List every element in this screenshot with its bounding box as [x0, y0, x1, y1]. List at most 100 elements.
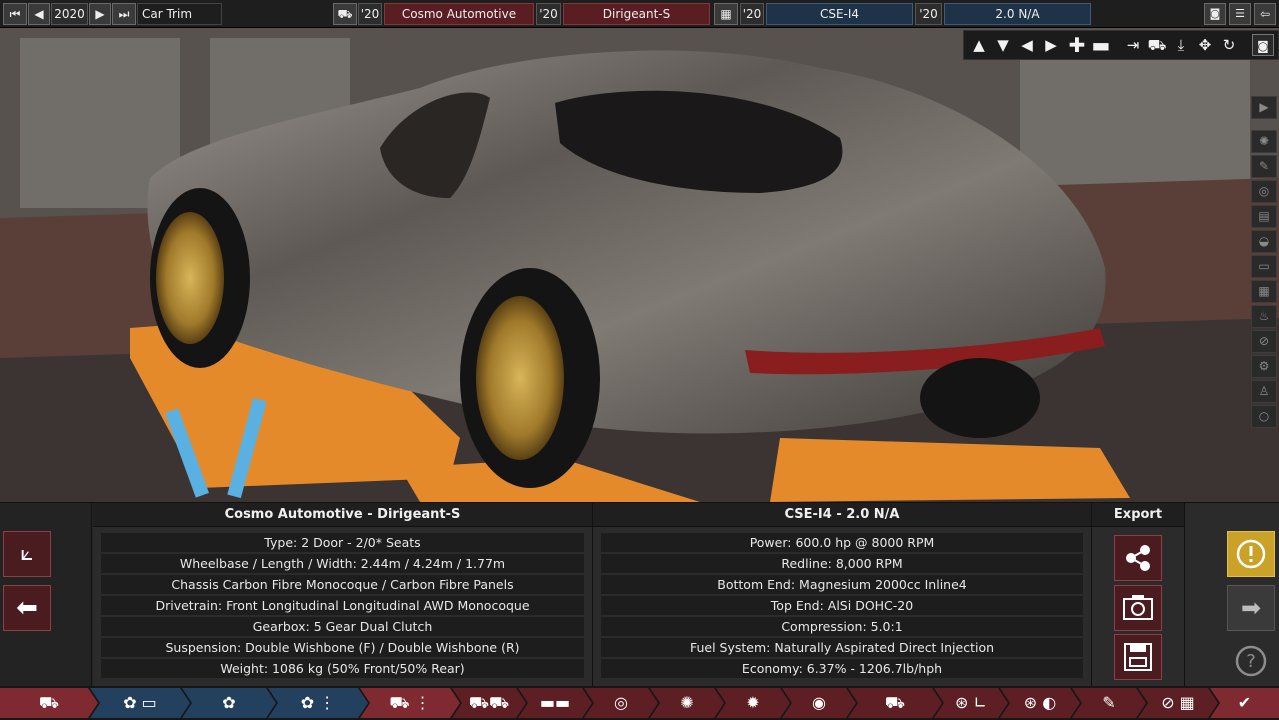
garage-scene	[0, 28, 1279, 502]
badge-icon[interactable]: ▦	[1251, 280, 1277, 303]
car-info-row: Suspension: Double Wishbone (F) / Double…	[101, 638, 584, 657]
align-icon[interactable]: ⇥	[1122, 34, 1144, 56]
car-info-row: Chassis Carbon Fibre Monocoque / Carbon …	[101, 575, 584, 594]
tab-finish[interactable]: ✔	[1210, 688, 1279, 718]
share-button[interactable]	[1114, 535, 1162, 581]
tab-paint[interactable]: ✎	[1072, 688, 1146, 718]
left-action-column: ⟀ ⬅	[0, 503, 92, 687]
year-last-button[interactable]: ⏭	[112, 3, 136, 25]
camera-right-icon[interactable]: ▶	[1040, 34, 1062, 56]
warning-icon	[1236, 539, 1266, 569]
mirror-icon[interactable]: ◒	[1251, 230, 1277, 253]
help-icon[interactable]: ?	[1227, 639, 1275, 685]
year-prev-button[interactable]: ◀	[28, 3, 50, 25]
engine-year: '20	[740, 3, 764, 25]
engine-icon[interactable]: ▦	[714, 3, 738, 25]
car-viewport[interactable]	[0, 28, 1279, 502]
camera-toolbar: ▲ ▼ ◀ ▶ ✚ ▬ ⇥ ⛟ ⤓ ✥ ↻ ◙	[963, 30, 1279, 60]
tab-engine-family[interactable]: ✿ ▭	[90, 688, 190, 718]
engine-info-row: Top End: AlSi DOHC-20	[601, 596, 1083, 615]
person-icon[interactable]: ♙	[1251, 380, 1277, 403]
tab-body[interactable]: ⛟⛟	[452, 688, 526, 718]
year-caption: Car Trim year	[137, 3, 222, 41]
year-first-button[interactable]: ⏮	[3, 3, 27, 25]
zoom-out-icon[interactable]: ▬	[1090, 34, 1112, 56]
engine-info-header: CSE-I4 - 2.0 N/A	[593, 503, 1091, 527]
menu-icon[interactable]: ☰	[1229, 3, 1251, 25]
tab-interior[interactable]: ⊛ ∟	[934, 688, 1008, 718]
variant-year: '20	[915, 3, 942, 25]
trim-year: '20	[536, 3, 561, 25]
manufacturer-selector[interactable]: Cosmo Automotive	[384, 3, 534, 25]
engine-info-row: Compression: 5.0:1	[601, 617, 1083, 636]
graph-icon[interactable]: ⟀	[3, 531, 51, 577]
export-panel: Export	[1092, 503, 1185, 687]
right-icon-column: ▶ ✺ ✎ ◎ ▤ ◒ ▭ ▦ ♨ ⊘ ⚙ ♙ ○	[1251, 96, 1277, 428]
expand-panel-icon[interactable]: ▶	[1251, 96, 1277, 119]
car-info-row: Drivetrain: Front Longitudinal Longitudi…	[101, 596, 584, 615]
svg-text:?: ?	[1246, 651, 1256, 672]
tab-gearbox[interactable]: ✺	[650, 688, 724, 718]
engine-info-row: Bottom End: Magnesium 2000cc Inline4	[601, 575, 1083, 594]
engine-info-row: Fuel System: Naturally Aspirated Direct …	[601, 638, 1083, 657]
car-info-row: Type: 2 Door - 2/0* Seats	[101, 533, 584, 552]
tab-trim-model[interactable]: ⛟ ⋮	[360, 688, 460, 718]
camera-icon[interactable]: ◙	[1252, 34, 1274, 56]
tab-car-overview[interactable]: ⛟	[0, 688, 98, 718]
car-info-panel: Cosmo Automotive - Dirigeant-S Type: 2 D…	[93, 503, 593, 687]
engine-info-row: Economy: 6.37% - 1206.7lb/hph	[601, 659, 1083, 678]
camera-down-icon[interactable]: ▼	[992, 34, 1014, 56]
car-model-icon[interactable]: ⛟	[333, 3, 357, 25]
car-info-header: Cosmo Automotive - Dirigeant-S	[93, 503, 592, 527]
save-button[interactable]	[1114, 634, 1162, 680]
car-view-icon[interactable]: ⛟	[1146, 34, 1168, 56]
lights-icon[interactable]: ◎	[1251, 180, 1277, 203]
reset-rotation-icon[interactable]: ↻	[1218, 34, 1240, 56]
gear-icon[interactable]: ⚙	[1251, 355, 1277, 378]
next-button[interactable]: ➡	[1227, 585, 1275, 631]
photo-button[interactable]	[1114, 585, 1162, 631]
grille-icon[interactable]: ▤	[1251, 205, 1277, 228]
info-panel: ⟀ ⬅ Cosmo Automotive - Dirigeant-S Type:…	[0, 502, 1279, 687]
tab-wheels[interactable]: ✹	[716, 688, 790, 718]
exhaust-icon[interactable]: ♨	[1251, 305, 1277, 328]
side-action-column: ➡ ?	[1185, 503, 1279, 687]
floppy-disk-icon	[1124, 643, 1152, 671]
year-next-button[interactable]: ▶	[89, 3, 111, 25]
tab-lights[interactable]: ◎	[584, 688, 658, 718]
model-year: '20	[358, 3, 382, 25]
wheel-icon[interactable]: ✺	[1251, 130, 1277, 153]
engine-info-row: Power: 600.0 hp @ 8000 RPM	[601, 533, 1083, 552]
circle-icon[interactable]: ○	[1251, 405, 1277, 428]
tab-aero[interactable]: ⛟	[848, 688, 942, 718]
engine-info-row: Redline: 8,000 RPM	[601, 554, 1083, 573]
share-icon	[1126, 545, 1150, 571]
ground-icon[interactable]: ⤓	[1170, 34, 1192, 56]
camera-left-icon[interactable]: ◀	[1016, 34, 1038, 56]
engine-variant-selector[interactable]: 2.0 N/A	[944, 3, 1091, 25]
tab-testing[interactable]: ⊘ ▦	[1138, 688, 1218, 718]
back-arrow-icon[interactable]: ⇦	[1254, 3, 1276, 25]
car-info-row: Gearbox: 5 Gear Dual Clutch	[101, 617, 584, 636]
screenshot-icon[interactable]: ◙	[1204, 3, 1226, 25]
zoom-in-icon[interactable]: ✚	[1066, 34, 1088, 56]
design-tab-bar: ⛟ ✿ ▭ ✿ ✿ ⋮ ⛟ ⋮ ⛟⛟ ▬▬ ◎ ✺ ✹ ◉ ⛟ ⊛ ∟ ⊛ ◐ …	[0, 686, 1279, 720]
engine-info-panel: CSE-I4 - 2.0 N/A Power: 600.0 hp @ 8000 …	[593, 503, 1092, 687]
warning-button[interactable]	[1227, 531, 1275, 577]
engine-family-selector[interactable]: CSE-I4	[766, 3, 913, 25]
top-bar: ⏮ ◀ 2020 ▶ ⏭ Car Trim year ⛟ '20 Cosmo A…	[0, 0, 1279, 41]
camera-icon	[1123, 595, 1153, 620]
no-entry-icon[interactable]: ⊘	[1251, 330, 1277, 353]
tab-brakes[interactable]: ◉	[782, 688, 856, 718]
tab-engine-tuning[interactable]: ✿ ⋮	[268, 688, 368, 718]
export-header: Export	[1092, 503, 1184, 527]
paint-icon[interactable]: ✎	[1251, 155, 1277, 178]
model-selector[interactable]: Dirigeant-S	[563, 3, 710, 25]
camera-up-icon[interactable]: ▲	[968, 34, 990, 56]
back-button[interactable]: ⬅	[3, 585, 51, 631]
tab-suspension[interactable]: ⊛ ◐	[1000, 688, 1080, 718]
tab-engine-parts[interactable]: ✿	[182, 688, 276, 718]
tab-chassis[interactable]: ▬▬	[518, 688, 592, 718]
rotate-axis-icon[interactable]: ✥	[1194, 34, 1216, 56]
vent-icon[interactable]: ▭	[1251, 255, 1277, 278]
